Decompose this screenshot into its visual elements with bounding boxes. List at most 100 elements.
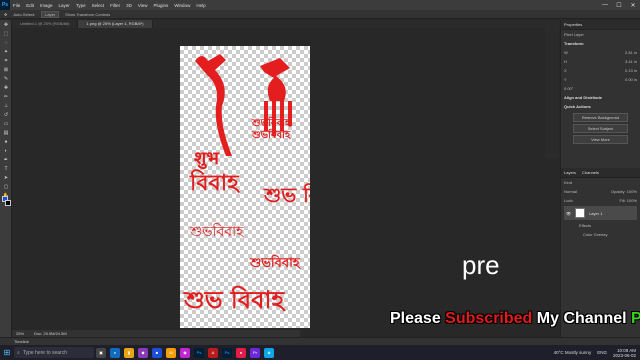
move-tool-icon[interactable]: ✥	[4, 12, 7, 17]
stamp-icon[interactable]: ⊥	[2, 102, 10, 110]
app-icon-1[interactable]: ◆	[138, 347, 148, 358]
search-icon: ⌕	[17, 349, 20, 356]
history-brush-icon[interactable]: ↺	[2, 111, 10, 119]
menu-filter[interactable]: Filter	[107, 3, 123, 8]
healing-icon[interactable]: ✚	[2, 84, 10, 92]
y-label: Y	[564, 77, 567, 82]
menu-image[interactable]: Image	[37, 3, 56, 8]
x-value[interactable]: 0.13 in	[625, 68, 637, 73]
pen-icon[interactable]: ✒	[2, 156, 10, 164]
app-icon-2[interactable]: ■	[152, 347, 162, 358]
layer-row[interactable]: 👁 Layer 1	[564, 206, 637, 220]
menu-bar: Ps File Edit Image Layer Type Select Fil…	[0, 0, 640, 10]
brush-icon[interactable]: ✏	[2, 93, 10, 101]
align-header[interactable]: Align and Distribute	[561, 93, 640, 102]
options-bar: ✥ Auto-Select: Layer Show Transform Cont…	[0, 10, 640, 19]
crop-icon[interactable]: ⌗	[2, 57, 10, 65]
tab-untitled[interactable]: Untitled-1 @ 25% (RGB/8#)	[12, 20, 79, 28]
zoom-level[interactable]: 25%	[16, 331, 24, 336]
lasso-icon[interactable]: ◌	[2, 39, 10, 47]
app-logo[interactable]: Ps	[0, 0, 10, 10]
photoshop-window: Ps File Edit Image Layer Type Select Fil…	[0, 0, 640, 360]
menu-help[interactable]: Help	[193, 3, 208, 8]
auto-select-label[interactable]: Auto-Select:	[13, 12, 35, 17]
tab-channels[interactable]: Channels	[582, 170, 599, 175]
photoshop-icon-2[interactable]: Ps	[222, 347, 232, 358]
collapsed-panel-icons	[545, 28, 559, 158]
menu-edit[interactable]: Edit	[23, 3, 37, 8]
opacity-field[interactable]: Opacity: 100%	[611, 189, 637, 194]
dodge-icon[interactable]: ◐	[2, 147, 10, 155]
show-transform-checkbox[interactable]: Show Transform Controls	[65, 12, 110, 17]
eye-icon[interactable]: 👁	[566, 211, 571, 216]
color-overlay-label: Color Overlay	[583, 232, 608, 237]
menu-type[interactable]: Type	[73, 3, 89, 8]
properties-title[interactable]: Properties	[561, 20, 640, 30]
view-more-button[interactable]: View More	[573, 135, 628, 144]
subscribe-banner: Please Subscribed My Channel Pre	[390, 310, 640, 328]
app-icon-4[interactable]: ●	[236, 347, 246, 358]
select-subject-button[interactable]: Select Subject	[573, 124, 628, 133]
blur-icon[interactable]: ●	[2, 138, 10, 146]
tab-layers[interactable]: Layers	[564, 170, 576, 175]
language-indicator[interactable]: ENG	[597, 350, 607, 355]
file-explorer-icon[interactable]: ▮	[124, 347, 134, 358]
art-dot-1	[213, 61, 219, 67]
app-icon-5[interactable]: ◈	[264, 347, 274, 358]
effects-label: Effects	[579, 223, 592, 228]
windows-taskbar: ⊞ ⌕ Type here to search ▣ e ▮ ◆ ■ Ai ◉ P…	[0, 345, 640, 360]
clock[interactable]: 10:08 AM 2023-06-02	[613, 348, 636, 358]
menu-file[interactable]: File	[10, 3, 23, 8]
magic-wand-icon[interactable]: ✦	[2, 48, 10, 56]
menu-window[interactable]: Window	[171, 3, 193, 8]
edge-icon[interactable]: e	[110, 347, 120, 358]
angle-value[interactable]: 0.00°	[564, 86, 573, 91]
menu-select[interactable]: Select	[89, 3, 108, 8]
taskbar-search[interactable]: ⌕ Type here to search	[14, 347, 94, 358]
close-icon[interactable]: ✕	[626, 0, 640, 10]
maximize-icon[interactable]: ☐	[612, 0, 626, 10]
path-select-icon[interactable]: ➤	[2, 174, 10, 182]
menu-view[interactable]: View	[135, 3, 151, 8]
w-label: W	[564, 50, 568, 55]
acrobat-icon[interactable]: A	[208, 347, 218, 358]
illustrator-icon[interactable]: Ai	[166, 347, 176, 358]
document-canvas[interactable]: शुभ বিবাহ শুভবিবাহ শুভবিবাহ শুভ বিবাহ শু…	[180, 46, 310, 328]
tab-1png[interactable]: 1.png @ 25% (Layer 1, RGB/8*)	[78, 20, 153, 28]
y-value[interactable]: 0.00 in	[625, 77, 637, 82]
fill-field[interactable]: Fill: 100%	[619, 198, 637, 203]
transform-header[interactable]: Transform	[561, 39, 640, 48]
marquee-icon[interactable]: ⬚	[2, 30, 10, 38]
eraser-icon[interactable]: ▭	[2, 120, 10, 128]
menu-plugins[interactable]: Plugins	[151, 3, 172, 8]
frame-icon[interactable]: ⊠	[2, 66, 10, 74]
document-workspace[interactable]: शुभ বিবাহ শুভবিবাহ শুভবিবাহ শুভ বিবাহ শু…	[12, 28, 557, 330]
eyedropper-icon[interactable]: ✎	[2, 75, 10, 83]
task-view-icon[interactable]: ▣	[96, 347, 106, 358]
kind-filter[interactable]: Kind	[564, 180, 572, 185]
clock-time: 10:08 AM	[616, 347, 636, 353]
windows-start-icon[interactable]: ⊞	[0, 345, 14, 360]
blend-mode[interactable]: Normal	[564, 189, 577, 194]
h-value[interactable]: 3.41 in	[625, 59, 637, 64]
layer-dropdown[interactable]: Layer	[41, 10, 60, 18]
w-value[interactable]: 2.81 in	[625, 50, 637, 55]
menu-3d[interactable]: 3D	[123, 3, 135, 8]
art-text-6: শুভবিবাহ	[190, 224, 244, 240]
photoshop-icon[interactable]: Ps	[194, 347, 204, 358]
quick-actions-header[interactable]: Quick Actions	[561, 102, 640, 111]
move-icon[interactable]: ✥	[2, 21, 10, 29]
premiere-icon[interactable]: Pr	[250, 347, 260, 358]
background-color-swatch[interactable]	[5, 200, 11, 206]
timeline-panel[interactable]: Timeline	[0, 337, 640, 345]
app-icon-3[interactable]: ◉	[180, 347, 190, 358]
banner-word-3: My Channel	[536, 310, 627, 327]
weather-widget[interactable]: 40°C Mostly sunny	[554, 350, 592, 355]
remove-background-button[interactable]: Remove Background	[573, 113, 628, 122]
menu-layer[interactable]: Layer	[56, 3, 73, 8]
type-icon[interactable]: T	[2, 165, 10, 173]
layer-name: Layer 1	[589, 210, 603, 216]
minimize-icon[interactable]: —	[598, 0, 612, 10]
shape-icon[interactable]: ▢	[2, 183, 10, 191]
gradient-icon[interactable]: ▤	[2, 129, 10, 137]
